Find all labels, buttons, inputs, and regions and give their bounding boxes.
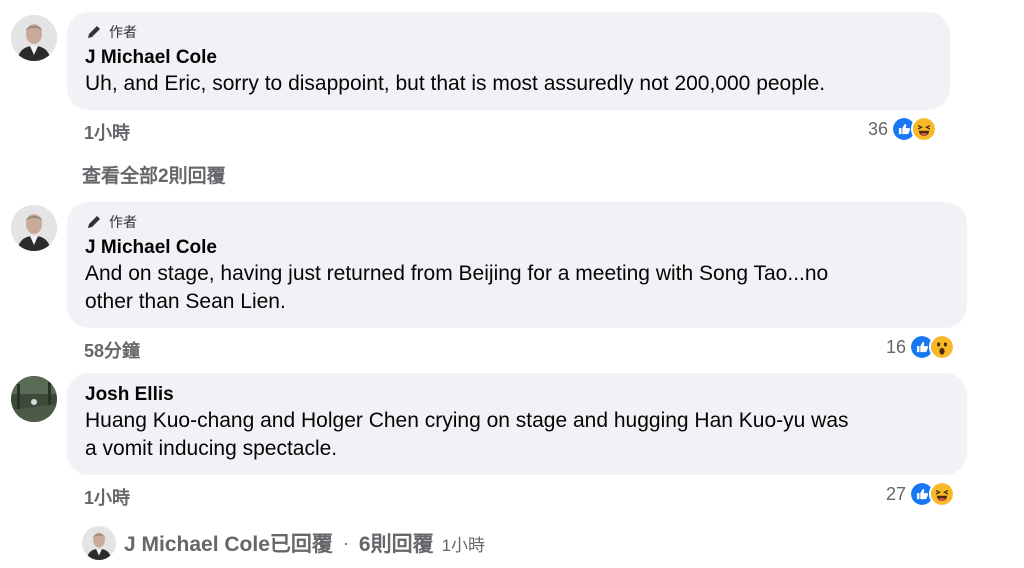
avatar-j-michael-cole[interactable]	[11, 205, 57, 251]
comment-text-line: Huang Kuo-chang and Holger Chen crying o…	[85, 409, 849, 432]
author-badge: 作者	[85, 22, 932, 42]
comment-time[interactable]: 1小時	[84, 119, 130, 145]
comment-bubble-1: 作者 J Michael Cole Uh, and Eric, sorry to…	[67, 12, 950, 110]
haha-icon	[929, 481, 956, 507]
pen-icon	[88, 26, 100, 38]
pen-icon	[88, 216, 100, 228]
comment-bubble-3: Josh Ellis Huang Kuo-chang and Holger Ch…	[67, 373, 967, 475]
reply-separator: ·	[342, 532, 349, 553]
author-badge: 作者	[85, 212, 949, 232]
reply-count: 6則回覆	[358, 533, 434, 556]
comment-author-name[interactable]: J Michael Cole	[85, 236, 949, 260]
reply-summary-link[interactable]: J Michael Cole已回覆 · 6則回覆 1小時	[82, 526, 485, 560]
comment-text-line: other than Sean Lien.	[85, 290, 286, 313]
reply-time: 1小時	[441, 535, 486, 555]
reaction-summary[interactable]: 16	[886, 334, 956, 360]
comment-text-line: And on stage, having just returned from …	[85, 262, 829, 285]
avatar-josh-ellis[interactable]	[11, 376, 57, 422]
haha-icon	[911, 116, 938, 142]
comment-time[interactable]: 58分鐘	[84, 337, 140, 363]
comment-author-name[interactable]: Josh Ellis	[85, 383, 949, 407]
reply-avatar	[82, 526, 116, 560]
comment-text-line: a vomit inducing spectacle.	[85, 437, 338, 460]
comment-bubble-2: 作者 J Michael Cole And on stage, having j…	[67, 202, 967, 328]
comment-author-name[interactable]: J Michael Cole	[85, 46, 932, 70]
reaction-summary[interactable]: 27	[886, 481, 956, 507]
comment-time[interactable]: 1小時	[84, 484, 130, 510]
reaction-count: 27	[886, 483, 907, 504]
reaction-count: 36	[868, 118, 889, 139]
reply-replier: J Michael Cole已回覆	[124, 533, 333, 556]
reaction-count: 16	[886, 336, 907, 357]
avatar-j-michael-cole[interactable]	[11, 15, 57, 61]
view-all-replies-link[interactable]: 查看全部2則回覆	[82, 161, 226, 188]
author-badge-label: 作者	[109, 24, 137, 40]
author-badge-label: 作者	[109, 214, 137, 230]
comment-text: Uh, and Eric, sorry to disappoint, but t…	[85, 72, 826, 95]
wow-icon	[929, 334, 956, 360]
reaction-summary[interactable]: 36	[868, 116, 938, 142]
